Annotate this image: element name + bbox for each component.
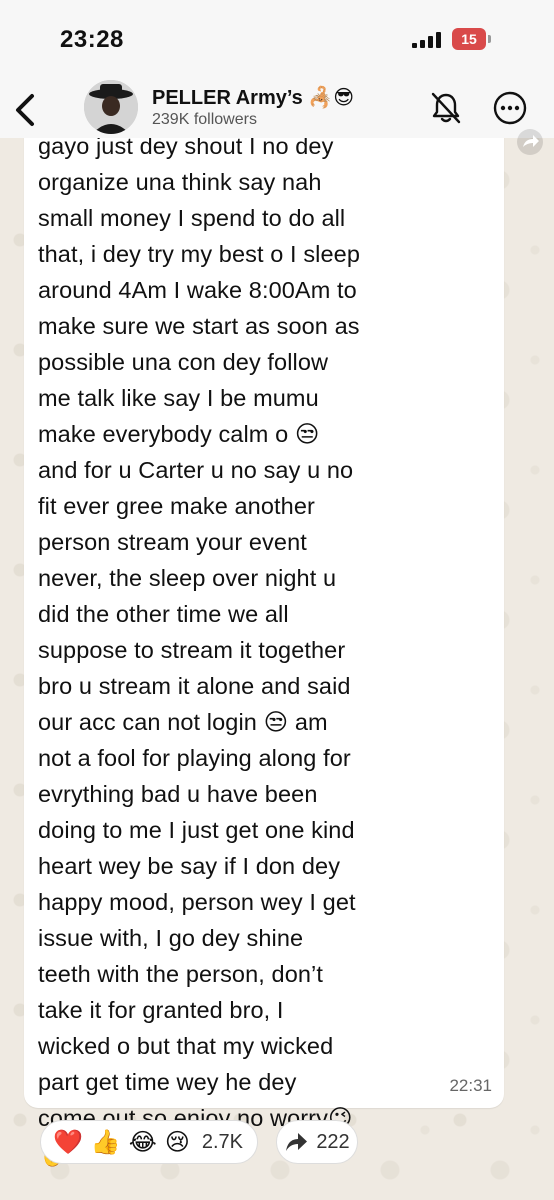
follower-count: 239K followers (152, 111, 257, 128)
reaction-heart: ❤️ (53, 1128, 83, 1156)
battery-icon: 15 (452, 28, 486, 50)
status-time: 23:28 (60, 26, 124, 53)
battery-level: 15 (461, 31, 477, 47)
status-bar: 23:28 15 (0, 0, 554, 80)
reaction-cry: 😢 (164, 1128, 190, 1156)
avatar-image (84, 80, 138, 134)
back-button[interactable] (8, 88, 44, 132)
chevron-left-icon (16, 94, 34, 126)
channel-header: PELLER Army’s 🦂😎 239K followers (0, 80, 554, 138)
more-options-button[interactable] (492, 90, 528, 126)
forward-button[interactable] (516, 128, 544, 156)
share-arrow-icon (286, 1133, 308, 1151)
share-count: 222 (316, 1130, 350, 1153)
forward-arrow-icon (517, 129, 543, 155)
reactions-pill[interactable]: ❤️ 👍 😂 😢 2.7K (40, 1120, 259, 1164)
ellipsis-circle-icon (493, 91, 527, 125)
message-text: gayo just dey shout I no dey organize un… (38, 133, 360, 1167)
channel-avatar[interactable] (84, 80, 138, 134)
message-bubble[interactable]: gayo just dey shout I no dey organize un… (24, 128, 504, 1167)
channel-title[interactable]: PELLER Army’s 🦂😎 (152, 85, 354, 110)
share-button[interactable]: 222 (276, 1120, 358, 1164)
bell-slash-icon (431, 92, 461, 124)
mute-button[interactable] (428, 90, 464, 126)
cellular-signal-icon (412, 32, 442, 48)
message-time: 22:31 (449, 1076, 492, 1095)
reaction-thumbs-up: 👍 (90, 1128, 121, 1156)
battery-tip (488, 35, 491, 43)
reaction-count: 2.7K (201, 1130, 244, 1153)
reaction-laugh: 😂 (128, 1128, 157, 1156)
